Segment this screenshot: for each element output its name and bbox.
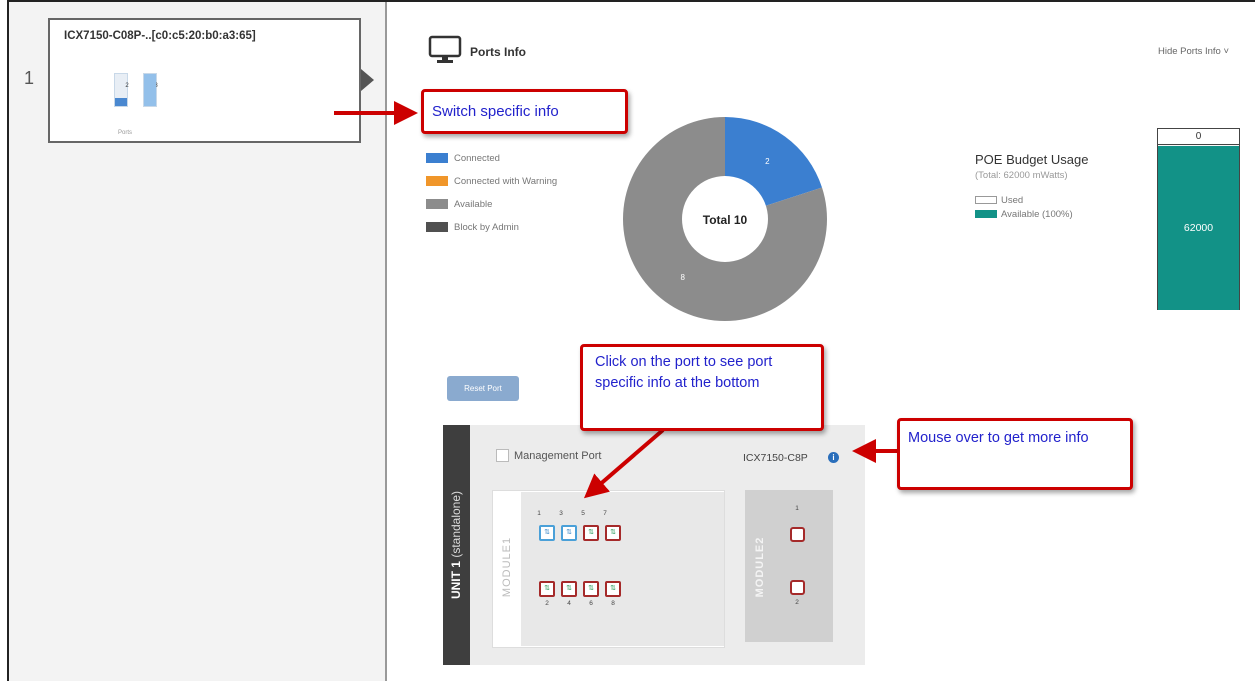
sfp-port-1[interactable]: [790, 527, 805, 542]
reset-port-button[interactable]: Reset Port: [447, 376, 519, 401]
port-8[interactable]: ⇅: [605, 581, 621, 597]
donut-segment-value: 2: [765, 157, 770, 166]
ports-info-title: Ports Info: [470, 45, 526, 59]
legend-label: Used: [1001, 195, 1024, 206]
donut-center-label: Total 10: [703, 213, 748, 227]
legend-connected: Connected: [426, 153, 500, 164]
port-number: 7: [603, 510, 607, 517]
port-6[interactable]: ⇅: [583, 581, 599, 597]
legend-label: Block by Admin: [454, 222, 519, 233]
port-3[interactable]: ⇅: [561, 525, 577, 541]
row-number: 1: [24, 68, 35, 88]
mini-bar-fill: [115, 98, 127, 106]
port-number: 6: [589, 600, 593, 607]
port-number: 5: [581, 510, 585, 517]
module1-label: MODULE1: [501, 536, 513, 598]
info-icon[interactable]: i: [828, 452, 839, 463]
poe-legend-available: Available (100%): [975, 209, 1073, 220]
poe-title: POE Budget Usage: [975, 152, 1089, 167]
module2-label: MODULE2: [754, 536, 766, 598]
callout-switch-specific: Switch specific info: [421, 89, 628, 134]
port-number: 1: [795, 505, 799, 512]
port-number: 4: [567, 600, 571, 607]
legend-available: Available: [426, 199, 492, 210]
legend-label: Connected with Warning: [454, 176, 558, 187]
port-number: 2: [545, 600, 549, 607]
expand-arrow-icon[interactable]: [361, 69, 374, 91]
module1-ports-area: [521, 492, 724, 646]
sfp-port-2[interactable]: [790, 580, 805, 595]
legend-swatch: [975, 196, 997, 205]
switch-title: ICX7150-C08P-..[c0:c5:20:b0:a3:65]: [64, 30, 256, 42]
poe-usage-bar: 0 62000: [1157, 128, 1240, 310]
ports-label: Ports: [118, 130, 133, 136]
management-port-label: Management Port: [514, 450, 602, 462]
port-number: 3: [559, 510, 563, 517]
legend-swatch: [426, 176, 448, 187]
port-number: 8: [611, 600, 615, 607]
unit-sublabel: (standalone): [449, 490, 463, 558]
port-5[interactable]: ⇅: [583, 525, 599, 541]
mini-bar-label: 2: [125, 83, 129, 89]
donut-segment-value: 8: [680, 273, 685, 282]
hide-ports-info-link[interactable]: Hide Ports Info ˅: [1158, 46, 1229, 57]
poe-available-value: 62000: [1158, 146, 1239, 310]
poe-legend-used: Used: [975, 195, 1023, 206]
switch-card[interactable]: ICX7150-C08P-..[c0:c5:20:b0:a3:65] 2 8 P…: [48, 18, 361, 143]
port-number: 2: [795, 599, 799, 606]
mini-bar-connected: 2: [114, 73, 129, 107]
callout-click-port: Click on the port to see port specific i…: [580, 344, 824, 431]
legend-label: Available (100%): [1001, 209, 1073, 220]
legend-connected-warning: Connected with Warning: [426, 176, 557, 187]
switch-model-label: ICX7150-C8P: [743, 452, 808, 464]
mini-bar-total: 8: [143, 73, 158, 107]
mini-bar-fill: [144, 74, 156, 106]
legend-swatch: [426, 153, 448, 164]
unit-name: UNIT 1: [449, 561, 463, 600]
legend-label: Connected: [454, 153, 500, 164]
callout-mouse-over: Mouse over to get more info: [897, 418, 1133, 490]
legend-swatch: [426, 222, 448, 233]
port-7[interactable]: ⇅: [605, 525, 621, 541]
port-1[interactable]: ⇅: [539, 525, 555, 541]
unit-label: UNIT 1 (standalone): [449, 491, 463, 599]
management-port-checkbox[interactable]: [496, 449, 509, 462]
poe-total: (Total: 62000 mWatts): [975, 170, 1068, 181]
ports-donut-chart: 2 8 Total 10: [623, 117, 827, 321]
port-number: 1: [537, 510, 541, 517]
poe-used-value: 0: [1158, 129, 1239, 145]
port-2[interactable]: ⇅: [539, 581, 555, 597]
monitor-icon: [428, 35, 462, 63]
port-4[interactable]: ⇅: [561, 581, 577, 597]
legend-label: Available: [454, 199, 493, 210]
legend-swatch: [426, 199, 448, 210]
legend-block-by-admin: Block by Admin: [426, 222, 519, 233]
legend-swatch: [975, 210, 997, 219]
